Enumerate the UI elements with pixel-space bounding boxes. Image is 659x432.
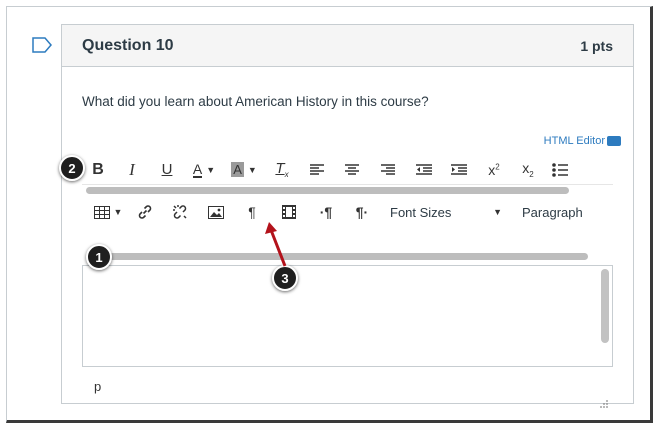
ltr-button[interactable]: ·¶ [308, 200, 344, 224]
underline-icon: U [161, 161, 173, 178]
callout-1: 1 [86, 244, 112, 270]
editor-content-area[interactable] [82, 265, 613, 367]
question-text: What did you learn about American Histor… [82, 94, 429, 109]
unlink-icon [173, 205, 187, 219]
text-color-button[interactable]: A ▼ [184, 158, 224, 182]
question-title: Question 10 [82, 36, 174, 54]
align-center-button[interactable] [334, 158, 370, 182]
link-icon [138, 205, 152, 219]
toolbar-scrollbar-2[interactable] [86, 253, 588, 260]
superscript-icon: x2 [488, 161, 500, 178]
bold-icon: B [92, 160, 104, 178]
italic-button[interactable]: I [114, 158, 150, 182]
chevron-down-icon: ▼ [247, 164, 257, 175]
question-header: Question 10 1 pts [62, 25, 633, 67]
text-color-icon: A [192, 160, 203, 178]
table-button[interactable]: ▼ [88, 200, 128, 224]
align-right-button[interactable] [370, 158, 406, 182]
bullet-list-icon [552, 162, 568, 177]
align-right-icon [381, 163, 395, 175]
outdent-icon [416, 163, 432, 175]
clear-formatting-button[interactable]: Tx [264, 158, 300, 182]
chevron-down-icon: ▼ [206, 164, 216, 175]
font-sizes-select[interactable]: Font Sizes ▼ [390, 205, 502, 220]
background-color-button[interactable]: A ▼ [224, 158, 264, 182]
rich-content-editor: B I U A ▼ A ▼ Tx x2 x2 ▼ ¶ ·¶ ¶· Font Si… [82, 155, 613, 408]
chevron-down-icon: ▼ [113, 207, 123, 217]
outdent-button[interactable] [406, 158, 442, 182]
question-points: 1 pts [580, 37, 613, 54]
font-sizes-label: Font Sizes [390, 204, 452, 220]
chevron-down-icon: ▼ [493, 207, 502, 217]
indent-icon [451, 163, 467, 175]
html-editor-label[interactable]: HTML Editor [544, 135, 605, 147]
keyboard-icon [607, 136, 621, 146]
rtl-icon: ¶· [355, 204, 369, 220]
resize-handle-icon[interactable] [599, 399, 609, 409]
callout-2: 2 [59, 155, 85, 181]
ltr-icon: ·¶ [319, 204, 333, 220]
pilcrow-icon: ¶ [248, 204, 256, 220]
film-icon [282, 205, 296, 219]
link-button[interactable] [128, 200, 162, 224]
paragraph-select[interactable]: Paragraph [522, 205, 583, 220]
question-card: Question 10 1 pts What did you learn abo… [61, 24, 634, 408]
indent-button[interactable] [442, 158, 476, 182]
editor-status-bar: p [82, 367, 613, 399]
bookmark-icon[interactable] [32, 37, 52, 53]
formatting-toolbar: B I U A ▼ A ▼ Tx x2 x2 [82, 155, 613, 185]
align-left-icon [310, 163, 324, 175]
image-button[interactable] [198, 200, 234, 224]
unlink-button[interactable] [162, 200, 198, 224]
toolbar-scrollbar[interactable] [86, 187, 569, 194]
insert-toolbar: ▼ ¶ ·¶ ¶· Font Sizes ▼ Paragraph [82, 197, 613, 227]
rtl-button[interactable]: ¶· [344, 200, 380, 224]
underline-button[interactable]: U [150, 158, 184, 182]
align-left-button[interactable] [300, 158, 334, 182]
subscript-button[interactable]: x2 [512, 158, 544, 182]
clear-formatting-icon: Tx [275, 160, 289, 179]
subscript-icon: x2 [522, 160, 534, 179]
background-color-icon: A [231, 162, 244, 177]
paragraph-label: Paragraph [522, 204, 583, 220]
bullet-list-button[interactable] [544, 158, 576, 182]
bold-button[interactable]: B [82, 158, 114, 182]
italic-icon: I [129, 159, 135, 179]
superscript-button[interactable]: x2 [476, 158, 512, 182]
element-path[interactable]: p [94, 379, 101, 394]
callout-arrow [265, 222, 287, 267]
align-center-icon [345, 163, 359, 175]
editor-vertical-scrollbar[interactable] [601, 269, 609, 343]
html-editor-link[interactable]: HTML Editor [544, 135, 621, 147]
table-icon [93, 205, 110, 219]
image-icon [208, 205, 224, 219]
